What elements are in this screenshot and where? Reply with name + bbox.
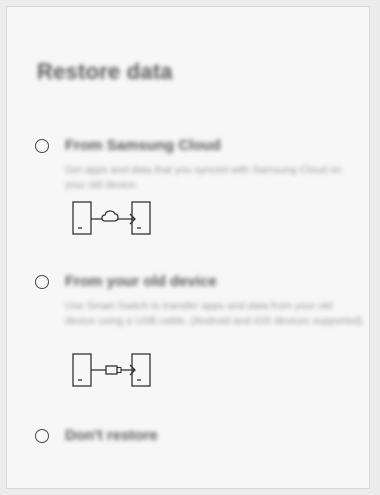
phone-cloud-phone-icon — [65, 199, 165, 237]
option-description: Get apps and data that you synced with S… — [65, 164, 342, 191]
option-label: From your old device — [65, 273, 217, 290]
restore-data-screen: Restore data From Samsung Cloud Get apps… — [6, 6, 370, 489]
page-title: Restore data — [37, 59, 173, 84]
radio-button-dont-restore[interactable] — [35, 429, 49, 443]
option-label: Don't restore — [65, 427, 158, 444]
phone-usb-phone-icon — [65, 351, 165, 389]
option-label: From Samsung Cloud — [65, 137, 221, 154]
option-description: Use Smart Switch to transfer apps and da… — [65, 300, 363, 327]
radio-button-samsung-cloud[interactable] — [35, 139, 49, 153]
radio-button-old-device[interactable] — [35, 275, 49, 289]
